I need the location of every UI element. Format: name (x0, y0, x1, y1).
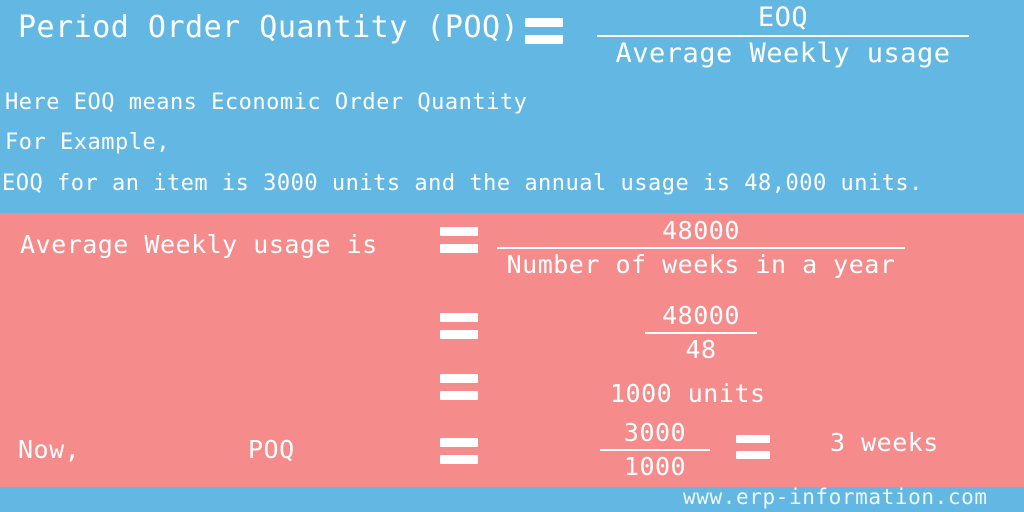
row4-denominator: 1000 (623, 452, 687, 482)
poq-formula-numerator: EOQ (757, 2, 809, 33)
infographic-poster: Period Order Quantity (POQ) EOQ Average … (0, 0, 1024, 512)
equals-sign-icon-row4-second (736, 435, 770, 459)
row-label-average-weekly-usage: Average Weekly usage is (20, 230, 378, 259)
row2-denominator: 48 (685, 335, 717, 365)
row3-result-value: 1000 units (610, 379, 766, 408)
note-line-eoq-meaning: Here EOQ means Economic Order Quantity (5, 90, 528, 115)
poq-result-fraction: 3000 1000 (600, 418, 710, 482)
poq-formula-denominator: Average Weekly usage (615, 38, 951, 70)
equals-sign-icon-row3 (440, 374, 478, 400)
fraction-bar (497, 247, 905, 250)
fraction-bar (597, 35, 969, 38)
row1-denominator: Number of weeks in a year (506, 250, 896, 280)
row1-numerator: 48000 (662, 216, 740, 245)
equals-sign-icon-row2 (440, 313, 478, 339)
equals-sign-icon-title (525, 18, 563, 44)
top-blue-section: Period Order Quantity (POQ) EOQ Average … (0, 0, 1024, 213)
equals-sign-icon-row1 (440, 227, 478, 253)
row4-result-value: 3 weeks (830, 428, 939, 457)
row4-numerator: 3000 (623, 418, 687, 447)
watermark-url: www.erp-information.com (683, 485, 988, 509)
weeks-division-fraction: 48000 48 (645, 301, 757, 365)
poq-formula-fraction: EOQ Average Weekly usage (597, 2, 969, 70)
page-title: Period Order Quantity (POQ) (18, 10, 520, 45)
row-label-now: Now, (18, 435, 81, 464)
fraction-bar (600, 449, 710, 452)
row-subject-poq: POQ (248, 435, 295, 464)
fraction-bar (645, 332, 757, 335)
note-line-for-example: For Example, (5, 130, 170, 155)
equals-sign-icon-row4 (440, 438, 478, 464)
note-line-example-values: EOQ for an item is 3000 units and the an… (2, 171, 923, 196)
average-weekly-usage-fraction: 48000 Number of weeks in a year (497, 216, 905, 280)
row2-numerator: 48000 (662, 301, 740, 330)
